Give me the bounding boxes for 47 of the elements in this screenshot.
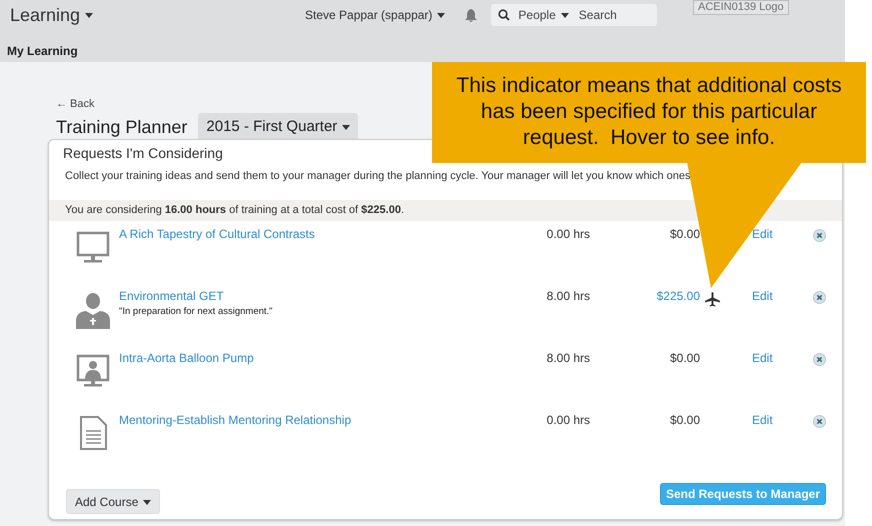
card-title: Requests I'm Considering — [62, 144, 224, 163]
back-link[interactable]: ← Back — [56, 98, 95, 110]
person-icon — [74, 291, 112, 329]
remove-icon[interactable] — [812, 353, 826, 366]
request-note: "In preparation for next assignment." — [119, 306, 274, 317]
user-menu[interactable]: Steve Pappar (spappar) — [305, 8, 446, 22]
remove-icon[interactable] — [812, 291, 826, 304]
section-title: My Learning — [7, 44, 79, 58]
hours-cell: 0.00 hrs — [546, 227, 590, 241]
send-requests-button[interactable]: Send Requests to Manager — [660, 483, 826, 505]
search-icon — [498, 9, 510, 21]
remove-icon[interactable] — [812, 415, 826, 428]
caret-icon — [437, 13, 446, 18]
hours-cell: 8.00 hrs — [546, 289, 590, 303]
caret-icon — [560, 13, 569, 18]
edit-link[interactable]: Edit — [752, 413, 773, 427]
search-scope-dropdown[interactable]: People — [518, 8, 569, 22]
caret-icon — [342, 124, 350, 130]
summary-text: You are considering 16.00 hours of training at a total cost of $225.00. — [65, 204, 404, 216]
caret-icon — [85, 13, 94, 18]
bell-icon[interactable] — [465, 8, 478, 22]
broken-logo-image: ACEIN0139 Logo — [693, 0, 789, 15]
hours-cell: 8.00 hrs — [546, 351, 590, 365]
add-course-button[interactable]: Add Course — [66, 489, 160, 514]
document-icon — [78, 415, 108, 451]
card-description: Collect your training ideas and send them to your manager during the planning cycle. Your manager will let you know which ones — [65, 170, 691, 182]
course-link[interactable]: Environmental GET — [119, 289, 490, 303]
period-dropdown[interactable]: 2015 - First Quarter — [198, 113, 358, 141]
edit-link[interactable]: Edit — [752, 351, 773, 365]
airplane-icon[interactable] — [704, 292, 720, 307]
search-field[interactable]: People Search — [491, 4, 658, 26]
page-title: Training Planner — [56, 116, 188, 138]
caret-icon — [143, 500, 152, 505]
hours-cell: 0.00 hrs — [546, 413, 590, 427]
course-link[interactable]: Mentoring-Establish Mentoring Relationship — [119, 413, 490, 427]
cost-cell: $0.00 — [670, 351, 700, 365]
cost-cell: $0.00 — [670, 227, 700, 241]
cost-cell: $0.00 — [670, 413, 700, 427]
app-menu[interactable]: Learning — [10, 4, 305, 26]
monitor-icon — [75, 229, 111, 265]
remove-icon[interactable] — [812, 229, 826, 242]
course-link[interactable]: Intra-Aorta Balloon Pump — [119, 351, 490, 365]
cost-link[interactable]: $225.00 — [656, 289, 700, 303]
course-link[interactable]: A Rich Tapestry of Cultural Contrasts — [119, 227, 490, 241]
edit-link[interactable]: Edit — [752, 289, 773, 303]
edit-link[interactable]: Edit — [752, 227, 773, 241]
presenter-icon — [75, 353, 111, 389]
